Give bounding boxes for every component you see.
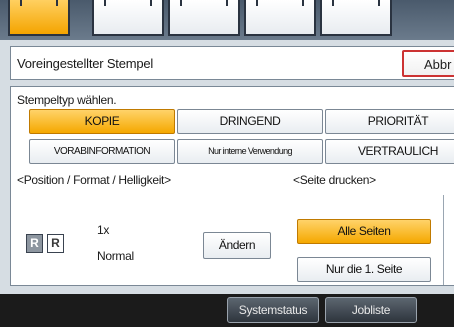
stamp-type-label: Stempeltyp wählen. xyxy=(17,93,117,107)
tab-3[interactable] xyxy=(168,0,240,36)
print-option-first-page[interactable]: Nur die 1. Seite xyxy=(297,257,431,282)
print-pages-label: <Seite drucken> xyxy=(293,173,376,187)
bottom-bar: Systemstatus Jobliste xyxy=(0,294,454,327)
panel-divider xyxy=(443,195,444,285)
tab-5[interactable] xyxy=(320,0,392,36)
cancel-button[interactable]: Abbr xyxy=(402,50,454,77)
stamp-option-prioritaet[interactable]: PRIORITÄT xyxy=(325,109,454,134)
stamp-size-value: 1x xyxy=(97,223,110,237)
stamp-option-vorabinformation[interactable]: VORABINFORMATION xyxy=(29,139,175,164)
position-format-label: <Position / Format / Helligkeit> xyxy=(17,173,171,187)
job-list-button[interactable]: Jobliste xyxy=(325,297,417,323)
page-title: Voreingestellter Stempel xyxy=(17,56,154,71)
stamp-option-kopie[interactable]: KOPIE xyxy=(29,109,175,134)
tab-4[interactable] xyxy=(244,0,316,36)
tab-1[interactable] xyxy=(8,0,70,36)
stamp-preview-icon: R xyxy=(26,234,43,253)
stamp-preview-icon: R xyxy=(47,234,64,253)
stamp-settings-screen: Voreingestellter Stempel Abbr Stempeltyp… xyxy=(0,0,454,327)
stamp-panel: Stempeltyp wählen. KOPIE DRINGEND PRIORI… xyxy=(10,86,454,286)
stamp-option-nur-interne-verwendung[interactable]: Nur interne Verwendung xyxy=(177,139,323,164)
print-option-all-pages[interactable]: Alle Seiten xyxy=(297,219,431,244)
stamp-option-dringend[interactable]: DRINGEND xyxy=(177,109,323,134)
header-row: Voreingestellter Stempel xyxy=(10,46,454,80)
tab-strip xyxy=(0,0,454,40)
stamp-density-value: Normal xyxy=(97,249,134,263)
system-status-button[interactable]: Systemstatus xyxy=(227,297,319,323)
change-button[interactable]: Ändern xyxy=(203,232,271,259)
stamp-option-vertraulich[interactable]: VERTRAULICH xyxy=(325,139,454,164)
tab-2[interactable] xyxy=(92,0,164,36)
